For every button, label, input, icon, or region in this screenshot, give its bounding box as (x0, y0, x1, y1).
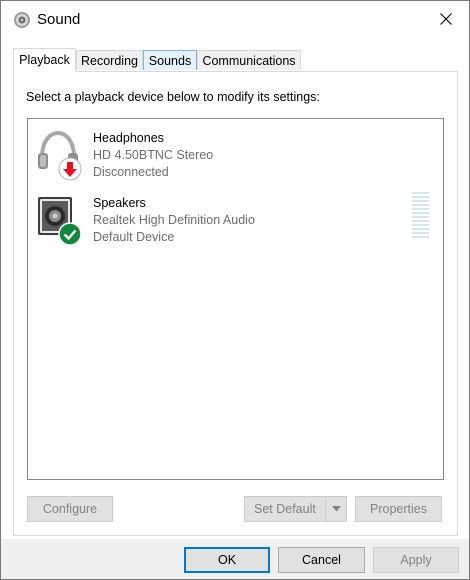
ok-button[interactable]: OK (184, 547, 270, 573)
set-default-split-button[interactable]: Set Default (244, 496, 347, 522)
disconnected-arrow-badge-icon (58, 157, 82, 184)
speaker-icon (36, 194, 82, 246)
cancel-button[interactable]: Cancel (278, 547, 365, 573)
device-name: Speakers (93, 196, 146, 210)
device-status: Disconnected (93, 165, 169, 179)
device-status: Default Device (93, 230, 175, 244)
device-speakers[interactable]: Speakers Realtek High Definition Audio D… (36, 194, 436, 254)
configure-button[interactable]: Configure (27, 496, 113, 522)
instruction-text: Select a playback device below to modify… (26, 90, 320, 104)
tab-communications[interactable]: Communications (197, 50, 301, 70)
device-headphones[interactable]: Headphones HD 4.50BTNC Stereo Disconnect… (36, 129, 436, 189)
chevron-down-icon[interactable] (325, 497, 346, 521)
apply-button[interactable]: Apply (373, 547, 459, 573)
headphones-icon (36, 129, 82, 181)
properties-button[interactable]: Properties (355, 496, 442, 522)
default-check-badge-icon (58, 222, 82, 249)
device-description: HD 4.50BTNC Stereo (93, 148, 214, 162)
device-description: Realtek High Definition Audio (93, 213, 255, 227)
device-name: Headphones (93, 131, 164, 145)
tab-sounds[interactable]: Sounds (143, 50, 197, 70)
title-bar: Sound (1, 1, 469, 39)
close-button[interactable] (423, 1, 469, 39)
window-title: Sound (37, 11, 81, 28)
close-icon (440, 12, 452, 28)
tab-recording[interactable]: Recording (76, 50, 143, 70)
volume-level-meter (412, 192, 429, 242)
playback-panel: Select a playback device below to modify… (13, 71, 458, 536)
speaker-icon (13, 11, 31, 29)
set-default-label: Set Default (254, 502, 316, 516)
tab-playback[interactable]: Playback (13, 48, 76, 72)
dialog-button-bar: OK Cancel Apply (1, 539, 469, 579)
device-list[interactable]: Headphones HD 4.50BTNC Stereo Disconnect… (27, 118, 444, 480)
sound-dialog: Sound Playback Recording Sounds Communic… (0, 0, 470, 580)
tab-strip: Playback Recording Sounds Communications (13, 48, 459, 72)
